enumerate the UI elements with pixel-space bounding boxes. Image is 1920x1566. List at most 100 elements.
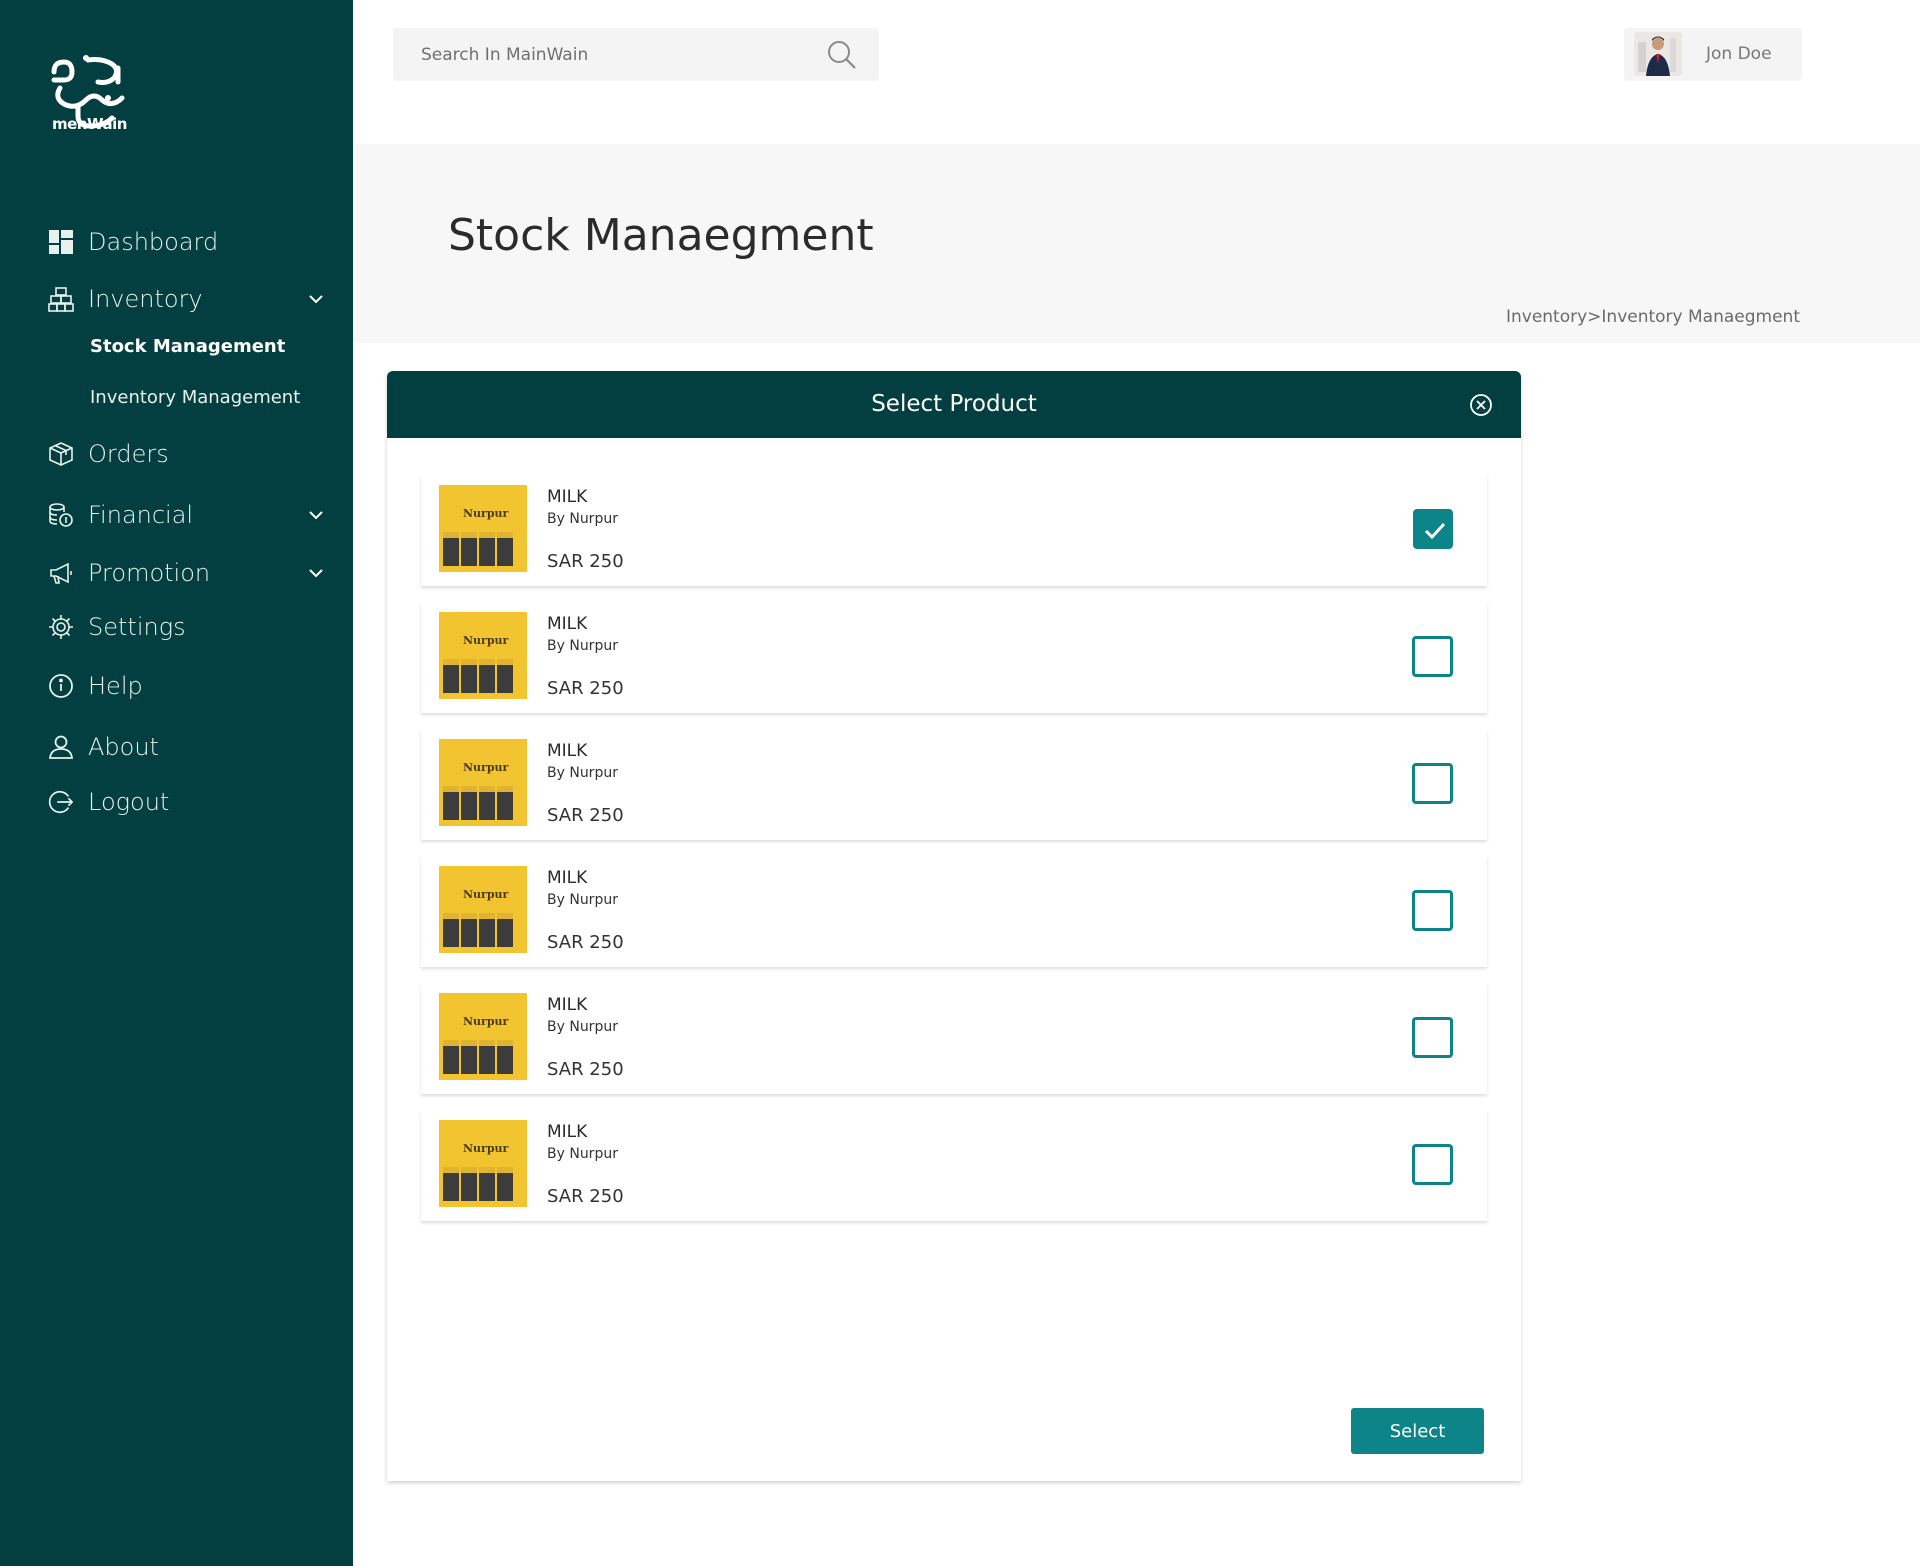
product-checkbox[interactable] bbox=[1413, 509, 1453, 549]
product-checkbox[interactable] bbox=[1412, 1144, 1453, 1185]
sidebar-item-inventory[interactable]: Inventory bbox=[48, 282, 333, 316]
product-price: SAR 250 bbox=[547, 1186, 624, 1207]
avatar bbox=[1634, 32, 1682, 76]
user-icon bbox=[48, 734, 74, 760]
thumb-package bbox=[479, 1040, 495, 1074]
coins-icon bbox=[48, 502, 74, 528]
product-name: MILK bbox=[547, 614, 588, 634]
product-row[interactable]: Nurpur MILK By Nurpur SAR 250 bbox=[421, 983, 1487, 1094]
product-thumbnail: Nurpur bbox=[439, 993, 527, 1080]
product-thumbnail: Nurpur bbox=[439, 866, 527, 953]
sidebar-subitem-stock-management[interactable]: Stock Management bbox=[90, 336, 285, 357]
product-row[interactable]: Nurpur MILK By Nurpur SAR 250 bbox=[421, 602, 1487, 713]
thumb-package bbox=[461, 913, 477, 947]
product-thumbnail: Nurpur bbox=[439, 1120, 527, 1207]
product-checkbox[interactable] bbox=[1412, 1017, 1453, 1058]
thumb-package bbox=[497, 532, 513, 566]
gear-icon bbox=[48, 614, 74, 640]
modal-header: Select Product bbox=[387, 371, 1521, 438]
sidebar-item-label: Help bbox=[88, 672, 143, 700]
select-button[interactable]: Select bbox=[1351, 1408, 1484, 1454]
sidebar-item-label: Settings bbox=[88, 613, 186, 641]
product-brand: By Nurpur bbox=[547, 511, 618, 527]
search-input[interactable] bbox=[421, 42, 801, 68]
thumb-package bbox=[461, 1040, 477, 1074]
product-price: SAR 250 bbox=[547, 678, 624, 699]
product-name: MILK bbox=[547, 487, 588, 507]
product-name: MILK bbox=[547, 995, 588, 1015]
thumb-package bbox=[479, 786, 495, 820]
sidebar-item-label: Logout bbox=[88, 788, 170, 816]
product-brand: By Nurpur bbox=[547, 1019, 618, 1035]
inventory-icon bbox=[48, 286, 74, 312]
select-product-modal: Select Product Nurpur MILK By Nurpur SAR… bbox=[387, 371, 1521, 1481]
sidebar-item-label: About bbox=[88, 733, 159, 761]
thumb-package bbox=[443, 532, 459, 566]
thumb-package bbox=[461, 532, 477, 566]
thumb-package bbox=[497, 913, 513, 947]
sidebar-item-promotion[interactable]: Promotion bbox=[48, 556, 333, 590]
product-name: MILK bbox=[547, 1122, 588, 1142]
sidebar-item-dashboard[interactable]: Dashboard bbox=[48, 225, 333, 259]
breadcrumb[interactable]: Inventory>Inventory Manaegment bbox=[1506, 307, 1800, 327]
product-row[interactable]: Nurpur MILK By Nurpur SAR 250 bbox=[421, 729, 1487, 840]
product-thumbnail: Nurpur bbox=[439, 612, 527, 699]
thumb-package bbox=[443, 913, 459, 947]
sidebar-item-settings[interactable]: Settings bbox=[48, 610, 333, 644]
sidebar-item-help[interactable]: Help bbox=[48, 669, 333, 703]
product-brand: By Nurpur bbox=[547, 1146, 618, 1162]
chevron-down-icon bbox=[309, 511, 323, 520]
modal-title: Select Product bbox=[871, 391, 1037, 417]
megaphone-icon bbox=[48, 560, 74, 586]
thumb-package bbox=[443, 1167, 459, 1201]
product-brand: By Nurpur bbox=[547, 638, 618, 654]
thumb-package bbox=[443, 786, 459, 820]
product-price: SAR 250 bbox=[547, 1059, 624, 1080]
page-title: Stock Manaegment bbox=[448, 210, 874, 261]
sidebar: menWain Dashboard Inventory Stock Manage… bbox=[0, 0, 353, 1566]
info-icon bbox=[48, 673, 74, 699]
thumb-package bbox=[479, 913, 495, 947]
sidebar-item-label: Inventory bbox=[88, 285, 203, 313]
thumb-brand: Nurpur bbox=[463, 888, 509, 901]
search-bar bbox=[393, 28, 879, 81]
sidebar-item-about[interactable]: About bbox=[48, 730, 333, 764]
product-name: MILK bbox=[547, 741, 588, 761]
sidebar-item-label: Dashboard bbox=[88, 228, 219, 256]
product-checkbox[interactable] bbox=[1412, 763, 1453, 804]
check-icon bbox=[1424, 522, 1446, 540]
product-thumbnail: Nurpur bbox=[439, 739, 527, 826]
thumb-package bbox=[497, 1040, 513, 1074]
product-name: MILK bbox=[547, 868, 588, 888]
product-checkbox[interactable] bbox=[1412, 890, 1453, 931]
search-icon[interactable] bbox=[827, 40, 857, 70]
thumb-package bbox=[497, 1167, 513, 1201]
product-list: Nurpur MILK By Nurpur SAR 250 Nurpur MIL… bbox=[421, 475, 1487, 1237]
thumb-package bbox=[443, 1040, 459, 1074]
chevron-down-icon bbox=[309, 295, 323, 304]
sidebar-subitem-inventory-management[interactable]: Inventory Management bbox=[90, 387, 300, 408]
close-icon[interactable] bbox=[1469, 393, 1493, 417]
thumb-brand: Nurpur bbox=[463, 634, 509, 647]
thumb-brand: Nurpur bbox=[463, 507, 509, 520]
logout-icon bbox=[48, 789, 74, 815]
thumb-package bbox=[479, 1167, 495, 1201]
product-row[interactable]: Nurpur MILK By Nurpur SAR 250 bbox=[421, 856, 1487, 967]
sidebar-item-logout[interactable]: Logout bbox=[48, 785, 333, 819]
product-row[interactable]: Nurpur MILK By Nurpur SAR 250 bbox=[421, 475, 1487, 586]
product-price: SAR 250 bbox=[547, 932, 624, 953]
sidebar-item-label: Financial bbox=[88, 501, 194, 529]
product-row[interactable]: Nurpur MILK By Nurpur SAR 250 bbox=[421, 1110, 1487, 1221]
user-menu[interactable]: Jon Doe bbox=[1624, 28, 1802, 81]
sidebar-item-orders[interactable]: Orders bbox=[48, 437, 333, 471]
thumb-brand: Nurpur bbox=[463, 1015, 509, 1028]
chevron-down-icon bbox=[309, 569, 323, 578]
thumb-package bbox=[479, 659, 495, 693]
product-brand: By Nurpur bbox=[547, 765, 618, 781]
product-checkbox[interactable] bbox=[1412, 636, 1453, 677]
thumb-package bbox=[461, 659, 477, 693]
thumb-package bbox=[443, 659, 459, 693]
sidebar-item-label: Orders bbox=[88, 440, 169, 468]
logo-text: menWain bbox=[52, 115, 127, 133]
sidebar-item-financial[interactable]: Financial bbox=[48, 498, 333, 532]
